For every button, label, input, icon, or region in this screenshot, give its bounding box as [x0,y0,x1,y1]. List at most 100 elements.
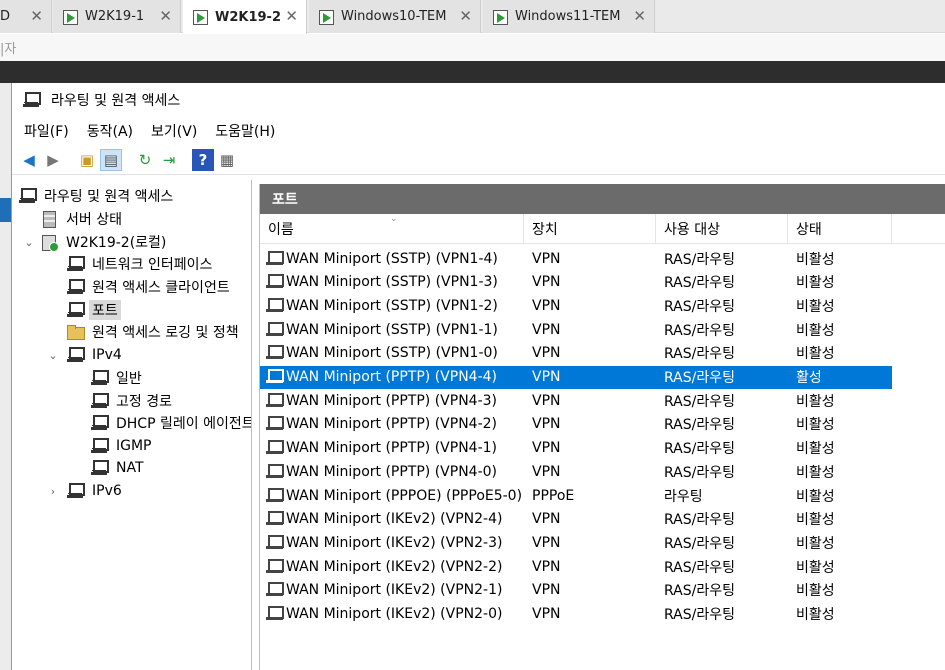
port-icon [266,534,284,552]
tree-item-general[interactable]: 일반 [90,367,145,389]
tree-item-remote-clients[interactable]: 원격 액세스 클라이언트 [66,276,233,298]
usage-cell: RAS/라우팅 [664,366,735,389]
device-cell-text: VPN [532,321,561,338]
help-icon[interactable]: ? [192,148,214,171]
menu-view[interactable]: 보기(V) [151,121,197,141]
tab-3[interactable]: W2K19-2 ✕ [183,0,307,34]
device-cell-text: VPN [532,463,561,480]
status-cell: 비활성 [796,484,835,507]
tree-item-dhcp-relay[interactable]: DHCP 릴레이 에이전트 [90,412,251,434]
tree-item-static-routes[interactable]: 고정 경로 [90,390,175,412]
usage-cell: 라우팅 [664,484,703,507]
usage-cell-text: RAS/라우팅 [664,251,735,268]
table-row[interactable]: WAN Miniport (IKEv2) (VPN2-1) VPN RAS/라우팅 비… [260,579,892,602]
table-row[interactable]: WAN Miniport (IKEv2) (VPN2-0) VPN RAS/라우팅 비… [260,603,892,626]
column-header-name[interactable]: 이름 [260,214,524,244]
port-icon [266,605,284,623]
network-icon [90,369,109,387]
table-row[interactable]: WAN Miniport (PPTP) (VPN4-4) VPN RAS/라우팅 활성 [260,365,892,389]
table-row[interactable]: WAN Miniport (SSTP) (VPN1-3) VPN RAS/라우팅 비활… [260,271,892,294]
table-row[interactable]: WAN Miniport (IKEv2) (VPN2-2) VPN RAS/라우팅 비… [260,555,892,578]
table-row[interactable]: WAN Miniport (IKEv2) (VPN2-4) VPN RAS/라우팅 비… [260,508,892,531]
expand-chevron-icon[interactable]: › [46,485,60,498]
device-cell-text: VPN [532,416,561,433]
status-cell: 비활성 [796,460,835,483]
table-row[interactable]: WAN Miniport (PPTP) (VPN4-2) VPN RAS/라우팅 비활… [260,413,892,436]
menu-file[interactable]: 파일(F) [24,121,69,141]
tab-label: W2K19-2 [215,9,281,25]
column-header-device[interactable]: 장치 [524,214,656,244]
device-cell-text: VPN [532,297,561,314]
tree-item-logging-policy[interactable]: 원격 액세스 로깅 및 정책 [66,321,242,343]
port-name-cell: WAN Miniport (IKEv2) (VPN2-1) [266,579,502,602]
tab-2[interactable]: W2K19-1 ✕ [53,0,181,33]
tab-1[interactable]: D ✕ [0,0,52,33]
tree-item-ports[interactable]: 포트 [66,299,121,321]
device-cell: VPN [532,389,561,412]
tree-item-igmp[interactable]: IGMP [90,435,155,457]
table-row[interactable]: WAN Miniport (PPTP) (VPN4-1) VPN RAS/라우팅 비활… [260,437,892,460]
subbar-text: |자 [0,42,17,57]
refresh-icon[interactable]: ↻ [134,149,156,171]
status-cell-text: 비활성 [796,393,835,410]
forward-arrow-icon[interactable]: ▶ [42,149,64,171]
export-list-icon[interactable]: ⇥ [158,149,180,171]
toolbar: ◀ ▶ ▣ ▤ ↻ ⇥ ? ▦ [12,145,945,175]
tab-4[interactable]: Windows10-TEM ✕ [309,0,481,33]
console-tree: 라우팅 및 원격 액세스 서버 상태 ⌄ W2K19-2(로컬) 네트워크 인터… [12,180,252,670]
device-cell: VPN [532,342,561,365]
network-icon [66,482,85,500]
device-cell: VPN [532,271,561,294]
tree-item-network-interfaces[interactable]: 네트워크 인터페이스 [66,253,215,275]
tree-item-w2k19-2[interactable]: ⌄ W2K19-2(로컬) [22,231,169,253]
usage-cell: RAS/라우팅 [664,318,735,341]
device-cell: VPN [532,413,561,436]
up-folder-icon[interactable]: ▣ [76,149,98,171]
tree-item-nat[interactable]: NAT [90,457,147,479]
usage-cell: RAS/라우팅 [664,294,735,317]
network-icon [90,437,109,455]
tab-close-icon[interactable]: ✕ [459,7,472,25]
expand-chevron-icon[interactable]: ⌄ [46,349,60,362]
tab-5[interactable]: Windows11-TEM ✕ [483,0,655,33]
column-header-status[interactable]: 상태 [788,214,892,244]
table-row[interactable]: WAN Miniport (SSTP) (VPN1-0) VPN RAS/라우팅 비활… [260,342,892,365]
table-row[interactable]: WAN Miniport (PPTP) (VPN4-0) VPN RAS/라우팅 비활… [260,460,892,483]
browser-tab-strip: D ✕ W2K19-1 ✕ W2K19-2 ✕ Windows10-TEM ✕ … [0,0,945,34]
tree-item-ipv6[interactable]: › IPv6 [46,480,125,502]
tab-label: Windows10-TEM [341,9,447,24]
status-cell-text: 비활성 [796,559,835,576]
table-row[interactable]: WAN Miniport (SSTP) (VPN1-1) VPN RAS/라우팅 비활… [260,318,892,341]
tab-close-icon[interactable]: ✕ [285,7,298,25]
properties-icon[interactable]: ▦ [216,149,238,171]
back-arrow-icon[interactable]: ◀ [18,149,40,171]
table-row[interactable]: WAN Miniport (IKEv2) (VPN2-3) VPN RAS/라우팅 비… [260,531,892,554]
usage-cell-text: 라우팅 [664,488,703,505]
menu-help[interactable]: 도움말(H) [215,121,275,141]
port-name-cell: WAN Miniport (IKEv2) (VPN2-0) [266,603,502,626]
table-row[interactable]: WAN Miniport (SSTP) (VPN1-2) VPN RAS/라우팅 비활… [260,294,892,317]
tree-item-ipv4[interactable]: ⌄ IPv4 [46,344,125,366]
network-icon [90,414,109,432]
column-header-usage[interactable]: 사용 대상 [656,214,788,244]
table-row[interactable]: WAN Miniport (PPPOE) (PPPoE5-0) PPPoE 라우팅 비… [260,484,892,507]
table-row[interactable]: WAN Miniport (SSTP) (VPN1-4) VPN RAS/라우팅 비활… [260,247,892,270]
usage-cell: RAS/라우팅 [664,247,735,270]
port-name-cell-text: WAN Miniport (PPTP) (VPN4-0) [286,463,497,480]
tab-close-icon[interactable]: ✕ [30,7,43,25]
tree-item-server-status[interactable]: 서버 상태 [40,208,125,230]
ports-list-pane: 포트 ⌄ 이름 장치 사용 대상 상태 WAN Miniport (SSTP) … [259,184,945,670]
status-cell-text: 비활성 [796,464,835,481]
port-name-cell-text: WAN Miniport (IKEv2) (VPN2-1) [286,582,503,599]
expand-chevron-icon[interactable]: ⌄ [22,236,36,249]
show-tree-icon[interactable]: ▤ [100,148,122,171]
tab-close-icon[interactable]: ✕ [159,7,172,25]
tab-close-icon[interactable]: ✕ [633,7,646,25]
device-cell: VPN [532,437,561,460]
server-icon [40,210,58,228]
table-row[interactable]: WAN Miniport (PPTP) (VPN4-3) VPN RAS/라우팅 비활… [260,389,892,412]
port-icon [266,439,284,457]
menu-action[interactable]: 동작(A) [87,121,133,141]
window-titlebar: 라우팅 및 원격 액세스 [12,83,945,117]
tree-item-routing-root[interactable]: 라우팅 및 원격 액세스 [18,185,176,207]
